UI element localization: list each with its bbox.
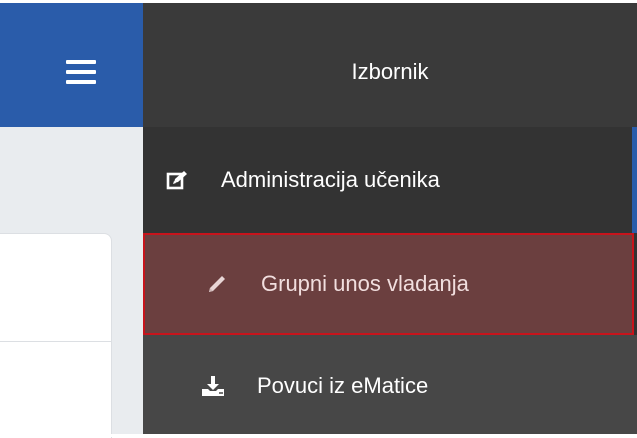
card-divider	[0, 341, 112, 342]
menu-item-grupni-unos-vladanja[interactable]: Grupni unos vladanja	[143, 233, 634, 335]
menu-item-administracija-ucenika[interactable]: Administracija učenika	[143, 127, 637, 233]
app-header	[0, 3, 143, 127]
menu-item-label: Povuci iz eMatice	[257, 373, 429, 398]
active-indicator	[632, 127, 637, 233]
menu-title: Izbornik	[351, 59, 429, 84]
pencil-icon	[205, 272, 229, 296]
menu-item-label: Grupni unos vladanja	[261, 271, 469, 296]
download-icon	[200, 374, 226, 398]
side-menu: Izbornik Administracija učenika Grupni u…	[143, 3, 637, 437]
menu-header: Izbornik	[143, 3, 637, 127]
menu-item-povuci-iz-ematice[interactable]: Povuci iz eMatice	[143, 335, 637, 437]
hamburger-menu-icon[interactable]	[66, 60, 96, 84]
menu-item-label: Administracija učenika	[221, 167, 440, 192]
edit-square-icon	[165, 168, 189, 192]
content-card	[0, 233, 112, 438]
